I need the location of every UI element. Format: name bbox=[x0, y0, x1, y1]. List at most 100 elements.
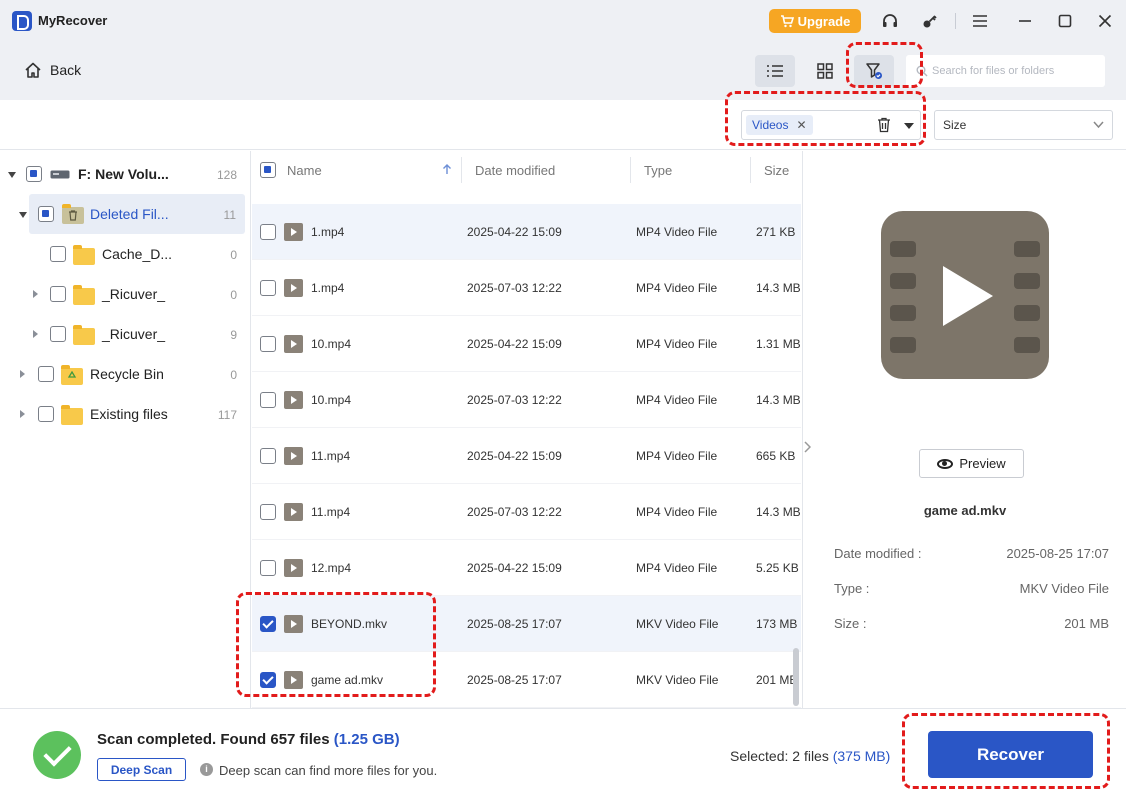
table-row[interactable]: 1.mp4 2025-04-22 15:09 MP4 Video File 27… bbox=[252, 204, 801, 260]
maximize-icon[interactable] bbox=[1053, 9, 1077, 33]
row-checkbox[interactable] bbox=[260, 392, 276, 408]
type-filter-select[interactable]: Videos ✕ bbox=[741, 110, 921, 140]
deep-scan-button[interactable]: Deep Scan bbox=[97, 758, 186, 781]
list-view-icon bbox=[767, 65, 783, 77]
column-header-name[interactable]: Name bbox=[287, 163, 322, 178]
video-thumbnail-icon bbox=[881, 211, 1049, 379]
tree-item-label: Deleted Fil... bbox=[90, 206, 169, 222]
info-icon: i bbox=[200, 763, 213, 776]
row-checkbox[interactable] bbox=[260, 448, 276, 464]
table-row[interactable]: game ad.mkv 2025-08-25 17:07 MKV Video F… bbox=[252, 652, 801, 708]
tree-item-existing-files[interactable]: Existing files 117 bbox=[0, 394, 251, 434]
menu-icon[interactable] bbox=[968, 9, 992, 33]
chip-label: Videos bbox=[752, 118, 789, 132]
tree-item-recycle-bin[interactable]: Recycle Bin 0 bbox=[0, 354, 251, 394]
tree-checkbox[interactable] bbox=[50, 246, 66, 262]
collapse-pane-icon[interactable] bbox=[803, 441, 811, 453]
sort-asc-icon[interactable] bbox=[442, 164, 452, 175]
selected-size: (375 MB) bbox=[832, 748, 891, 764]
selected-count: Selected: 2 files bbox=[730, 748, 829, 764]
tree-checkbox[interactable] bbox=[50, 326, 66, 342]
tree-checkbox[interactable] bbox=[38, 366, 54, 382]
column-header-size[interactable]: Size bbox=[764, 163, 789, 178]
file-date: 2025-04-22 15:09 bbox=[467, 449, 562, 463]
close-icon[interactable] bbox=[1093, 9, 1117, 33]
status-footer: Scan completed. Found 657 files (1.25 GB… bbox=[0, 708, 1126, 800]
tree-item-deleted-files[interactable]: Deleted Fil... 11 bbox=[19, 194, 245, 234]
expand-arrow-icon[interactable] bbox=[20, 370, 25, 378]
tree-checkbox[interactable] bbox=[50, 286, 66, 302]
file-date: 2025-04-22 15:09 bbox=[467, 225, 562, 239]
expand-arrow-icon[interactable] bbox=[20, 410, 25, 418]
file-date: 2025-07-03 12:22 bbox=[467, 281, 562, 295]
preview-type-value: MKV Video File bbox=[1019, 581, 1109, 596]
expand-arrow-icon[interactable] bbox=[19, 212, 27, 218]
file-size: 14.3 MB bbox=[756, 393, 801, 407]
table-row[interactable]: 1.mp4 2025-07-03 12:22 MP4 Video File 14… bbox=[252, 260, 801, 316]
row-checkbox[interactable] bbox=[260, 616, 276, 632]
column-divider[interactable] bbox=[630, 157, 631, 183]
table-row[interactable]: 12.mp4 2025-04-22 15:09 MP4 Video File 5… bbox=[252, 540, 801, 596]
table-row[interactable]: 10.mp4 2025-04-22 15:09 MP4 Video File 1… bbox=[252, 316, 801, 372]
row-checkbox[interactable] bbox=[260, 504, 276, 520]
row-checkbox[interactable] bbox=[260, 672, 276, 688]
preview-button[interactable]: Preview bbox=[919, 449, 1024, 478]
tree-item-cache[interactable]: Cache_D... 0 bbox=[0, 234, 251, 274]
table-row[interactable]: 11.mp4 2025-07-03 12:22 MP4 Video File 1… bbox=[252, 484, 801, 540]
tree-item-volume[interactable]: F: New Volu... 128 bbox=[0, 154, 251, 194]
row-checkbox[interactable] bbox=[260, 280, 276, 296]
grid-view-button[interactable] bbox=[805, 55, 845, 87]
size-filter-caret-icon bbox=[1093, 121, 1104, 129]
tree-checkbox[interactable] bbox=[38, 206, 54, 222]
tree-checkbox[interactable] bbox=[26, 166, 42, 182]
expand-arrow-icon[interactable] bbox=[8, 172, 16, 178]
file-size: 14.3 MB bbox=[756, 505, 801, 519]
row-checkbox[interactable] bbox=[260, 560, 276, 576]
key-icon[interactable] bbox=[918, 9, 942, 33]
table-row[interactable]: 10.mp4 2025-07-03 12:22 MP4 Video File 1… bbox=[252, 372, 801, 428]
deep-scan-hint: Deep scan can find more files for you. bbox=[219, 763, 438, 778]
tree-item-label: Cache_D... bbox=[102, 246, 173, 262]
select-all-checkbox[interactable] bbox=[260, 162, 276, 178]
folder-tree: F: New Volu... 128 Deleted Fil... 11 Cac… bbox=[0, 151, 251, 708]
file-size: 14.3 MB bbox=[756, 281, 801, 295]
column-divider[interactable] bbox=[750, 157, 751, 183]
video-file-icon bbox=[284, 615, 303, 633]
expand-arrow-icon[interactable] bbox=[33, 330, 38, 338]
list-header: Name Date modified Type Size bbox=[252, 151, 801, 189]
tree-checkbox[interactable] bbox=[38, 406, 54, 422]
tree-item-label: _Ricuver_ bbox=[102, 286, 166, 302]
file-size: 173 MB bbox=[756, 617, 798, 631]
file-name: BEYOND.mkv bbox=[311, 617, 388, 631]
table-row[interactable]: 11.mp4 2025-04-22 15:09 MP4 Video File 6… bbox=[252, 428, 801, 484]
search-input[interactable] bbox=[932, 65, 1097, 77]
expand-arrow-icon[interactable] bbox=[33, 290, 38, 298]
size-filter-select[interactable]: Size bbox=[934, 110, 1113, 140]
table-row[interactable]: BEYOND.mkv 2025-08-25 17:07 MKV Video Fi… bbox=[252, 596, 801, 652]
chip-remove-icon[interactable]: ✕ bbox=[796, 118, 806, 132]
headset-icon[interactable] bbox=[878, 9, 902, 33]
column-header-date[interactable]: Date modified bbox=[475, 163, 555, 178]
upgrade-button[interactable]: Upgrade bbox=[769, 9, 861, 33]
minimize-icon[interactable] bbox=[1013, 9, 1037, 33]
tree-item-ricuver[interactable]: _Ricuver_ 0 bbox=[0, 274, 251, 314]
trash-icon[interactable] bbox=[877, 117, 891, 133]
tree-item-count: 0 bbox=[230, 288, 237, 302]
column-divider[interactable] bbox=[461, 157, 462, 183]
filter-button[interactable] bbox=[854, 55, 894, 87]
file-type: MP4 Video File bbox=[636, 225, 718, 239]
list-view-button[interactable] bbox=[755, 55, 795, 87]
recover-button[interactable]: Recover bbox=[928, 731, 1093, 778]
back-label: Back bbox=[50, 62, 82, 78]
row-checkbox[interactable] bbox=[260, 224, 276, 240]
tree-item-ricuver[interactable]: _Ricuver_ 9 bbox=[0, 314, 251, 354]
file-type: MP4 Video File bbox=[636, 505, 718, 519]
list-scrollbar[interactable] bbox=[793, 648, 799, 706]
column-header-type[interactable]: Type bbox=[644, 163, 672, 178]
back-button[interactable]: Back bbox=[24, 61, 81, 79]
search-box[interactable] bbox=[906, 55, 1105, 87]
video-file-icon bbox=[284, 391, 303, 409]
search-icon bbox=[916, 65, 928, 77]
row-checkbox[interactable] bbox=[260, 336, 276, 352]
file-size: 201 MB bbox=[756, 673, 798, 687]
